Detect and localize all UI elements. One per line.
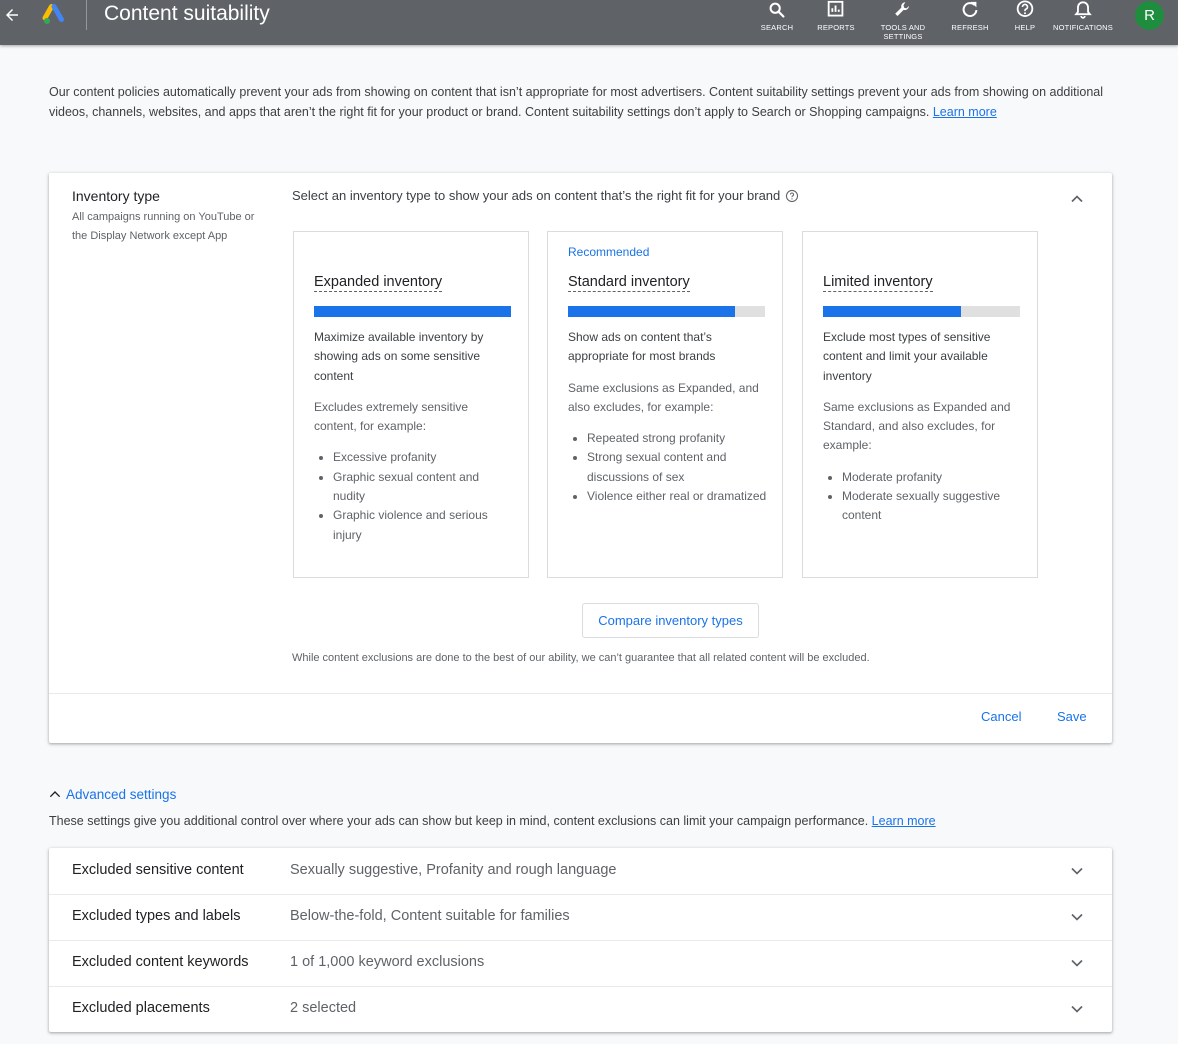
row-name: Excluded types and labels [72, 908, 241, 924]
bell-icon [1074, 1, 1092, 19]
inventory-type-description: Select an inventory type to show your ad… [292, 188, 799, 203]
option-detail: Same exclusions as Expanded and Standard… [823, 399, 1011, 453]
help-circle-icon[interactable] [785, 189, 799, 203]
row-value: Below-the-fold, Content suitable for fam… [290, 908, 570, 924]
advanced-learn-more-link[interactable]: Learn more [872, 814, 936, 828]
option-title: Expanded inventory [314, 274, 443, 292]
list-item: Moderate profanity [842, 468, 1023, 487]
chevron-down-icon[interactable] [1067, 953, 1087, 973]
excluded-placements-row[interactable]: Excluded placements 2 selected [49, 986, 1112, 1032]
reports-icon [827, 0, 844, 17]
chevron-down-icon[interactable] [1067, 907, 1087, 927]
reports-label: REPORTS [817, 23, 855, 32]
refresh-label: REFRESH [951, 23, 989, 32]
learn-more-link[interactable]: Learn more [933, 105, 997, 119]
list-item: Violence either real or dramatized [587, 487, 768, 506]
search-label: SEARCH [760, 23, 794, 32]
list-item: Moderate sexually suggestive content [842, 487, 1023, 526]
option-summary: Show ads on content that’s appropriate f… [568, 330, 716, 364]
inventory-level-bar [314, 306, 511, 317]
excluded-types-and-labels-row[interactable]: Excluded types and labels Below-the-fold… [49, 894, 1112, 940]
inventory-option-limited[interactable]: Limited inventory Exclude most types of … [802, 231, 1038, 578]
example-list: Excessive profanity Graphic sexual conte… [314, 448, 514, 544]
inventory-option-expanded[interactable]: Expanded inventory Maximize available in… [293, 231, 529, 578]
advanced-description-text: These settings give you additional contr… [49, 814, 869, 828]
top-app-bar: Content suitability SEARCH REPORTS TOOLS… [0, 0, 1178, 45]
recommended-label: Recommended [568, 245, 650, 259]
row-name: Excluded placements [72, 1000, 210, 1016]
wrench-icon [895, 2, 909, 17]
example-list: Moderate profanity Moderate sexually sug… [823, 468, 1023, 526]
option-detail: Same exclusions as Expanded, and also ex… [568, 380, 759, 414]
cancel-button[interactable]: Cancel [981, 709, 1021, 724]
help-label: HELP [1014, 23, 1036, 32]
compare-inventory-types-button[interactable]: Compare inventory types [582, 603, 759, 638]
option-detail: Excludes extremely sensitive content, fo… [314, 399, 469, 434]
page-title: Content suitability [104, 2, 270, 25]
back-arrow-icon[interactable] [2, 4, 22, 26]
example-list: Repeated strong profanity Strong sexual … [568, 429, 768, 506]
header-divider [86, 0, 87, 30]
inventory-level-fill [314, 306, 511, 317]
list-item: Strong sexual content and discussions of… [587, 448, 768, 487]
refresh-icon [962, 1, 978, 17]
inventory-type-sublabel: All campaigns running on YouTube or the … [72, 211, 255, 242]
row-name: Excluded content keywords [72, 954, 249, 970]
chevron-up-icon [49, 791, 61, 798]
tools-and-settings-label: TOOLS AND SETTINGS [880, 23, 926, 41]
row-value: Sexually suggestive, Profanity and rough… [290, 862, 617, 878]
option-summary: Maximize available inventory by showing … [314, 330, 484, 383]
tools-and-settings-button[interactable]: TOOLS AND SETTINGS [876, 0, 930, 42]
help-icon [1016, 0, 1034, 17]
list-item: Graphic violence and serious injury [333, 506, 514, 545]
inventory-type-card: Inventory type All campaigns running on … [49, 173, 1112, 743]
option-body: Show ads on content that’s appropriate f… [568, 328, 768, 506]
advanced-settings-toggle[interactable]: Advanced settings [47, 786, 176, 802]
option-title: Standard inventory [568, 274, 690, 292]
excluded-content-keywords-row[interactable]: Excluded content keywords 1 of 1,000 key… [49, 940, 1112, 986]
row-value: 1 of 1,000 keyword exclusions [290, 954, 485, 970]
inventory-option-standard[interactable]: Recommended Standard inventory Show ads … [547, 231, 783, 578]
search-icon [769, 2, 785, 18]
inventory-level-bar [823, 306, 1020, 317]
refresh-button[interactable]: REFRESH [950, 0, 990, 42]
option-body: Maximize available inventory by showing … [314, 328, 514, 545]
advanced-settings-label: Advanced settings [66, 786, 177, 802]
help-button[interactable]: HELP [1010, 0, 1040, 42]
inventory-description-text: Select an inventory type to show your ad… [292, 188, 781, 203]
google-ads-logo-icon[interactable] [42, 3, 66, 27]
list-item: Repeated strong profanity [587, 429, 768, 448]
option-title: Limited inventory [823, 274, 933, 292]
advanced-settings-description: These settings give you additional contr… [49, 814, 936, 828]
option-summary: Exclude most types of sensitive content … [823, 330, 991, 383]
chevron-up-icon[interactable] [1067, 189, 1087, 209]
chevron-down-icon[interactable] [1067, 999, 1087, 1019]
excluded-sensitive-content-row[interactable]: Excluded sensitive content Sexually sugg… [49, 848, 1112, 894]
list-item: Excessive profanity [333, 448, 514, 467]
advanced-settings-panel: Excluded sensitive content Sexually sugg… [49, 848, 1112, 1032]
save-button[interactable]: Save [1057, 709, 1087, 724]
avatar[interactable]: R [1135, 1, 1164, 30]
exclusion-disclaimer: While content exclusions are done to the… [292, 652, 870, 664]
chevron-down-icon[interactable] [1067, 861, 1087, 881]
list-item: Graphic sexual content and nudity [333, 468, 514, 507]
card-divider [49, 693, 1112, 694]
inventory-type-label: Inventory type [72, 188, 160, 204]
notifications-label: NOTIFICATIONS [1053, 23, 1113, 32]
reports-button[interactable]: REPORTS [816, 0, 856, 42]
inventory-level-fill [823, 306, 961, 317]
row-value: 2 selected [290, 1000, 357, 1016]
notifications-button[interactable]: NOTIFICATIONS [1052, 0, 1114, 42]
row-name: Excluded sensitive content [72, 862, 244, 878]
inventory-level-fill [568, 306, 736, 317]
search-button[interactable]: SEARCH [758, 0, 796, 42]
inventory-level-bar [568, 306, 765, 317]
intro-text: Our content policies automatically preve… [49, 83, 1111, 122]
option-body: Exclude most types of sensitive content … [823, 328, 1023, 526]
